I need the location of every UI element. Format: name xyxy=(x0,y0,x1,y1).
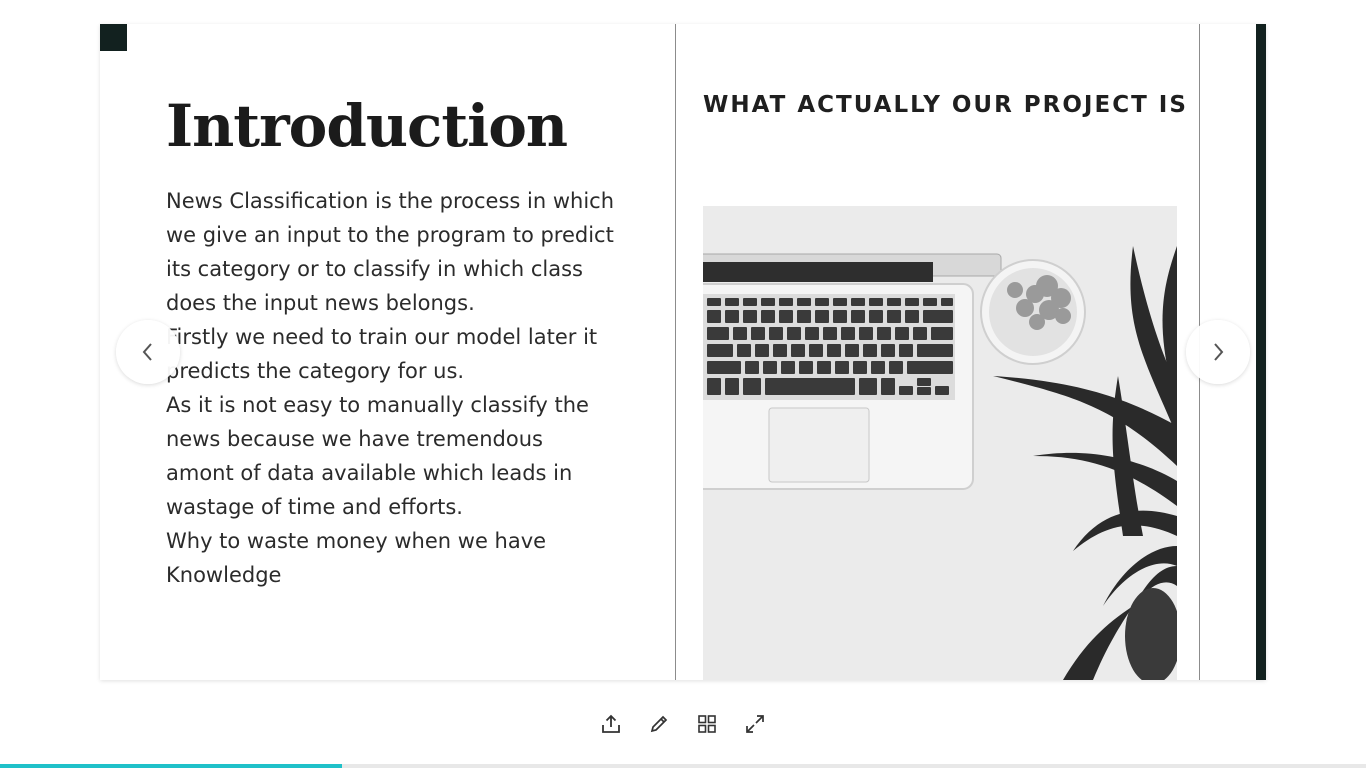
slide-progress-bar xyxy=(0,764,1366,768)
paragraph-1: News Classification is the process in wh… xyxy=(166,189,615,315)
paragraph-3: As it is not easy to manually classify t… xyxy=(166,393,589,519)
fullscreen-icon xyxy=(746,715,764,733)
right-edge-bar xyxy=(1256,24,1266,680)
presentation-slide: Introduction News Classification is the … xyxy=(100,24,1266,680)
laptop-plant-photo xyxy=(703,206,1177,680)
grid-view-icon xyxy=(698,715,716,733)
project-heading: WHAT ACTUALLY OUR PROJECT IS xyxy=(703,92,1188,118)
share-icon xyxy=(602,714,620,733)
presentation-toolbar xyxy=(595,708,771,740)
edit-pencil-icon xyxy=(650,715,668,733)
slide-progress-fill xyxy=(0,764,342,768)
paragraph-2: Firstly we need to train our model later… xyxy=(166,325,598,383)
grid-view-button[interactable] xyxy=(691,708,723,740)
chevron-left-icon xyxy=(142,343,152,361)
corner-decoration xyxy=(100,24,127,51)
slide-title: Introduction xyxy=(166,92,568,160)
share-button[interactable] xyxy=(595,708,627,740)
divider-line-left xyxy=(675,24,676,680)
next-slide-button[interactable] xyxy=(1186,320,1250,384)
slide-body: News Classification is the process in wh… xyxy=(166,184,616,592)
paragraph-4: Why to waste money when we have Knowledg… xyxy=(166,529,547,587)
fullscreen-button[interactable] xyxy=(739,708,771,740)
chevron-right-icon xyxy=(1214,343,1224,361)
previous-slide-button[interactable] xyxy=(116,320,180,384)
edit-button[interactable] xyxy=(643,708,675,740)
